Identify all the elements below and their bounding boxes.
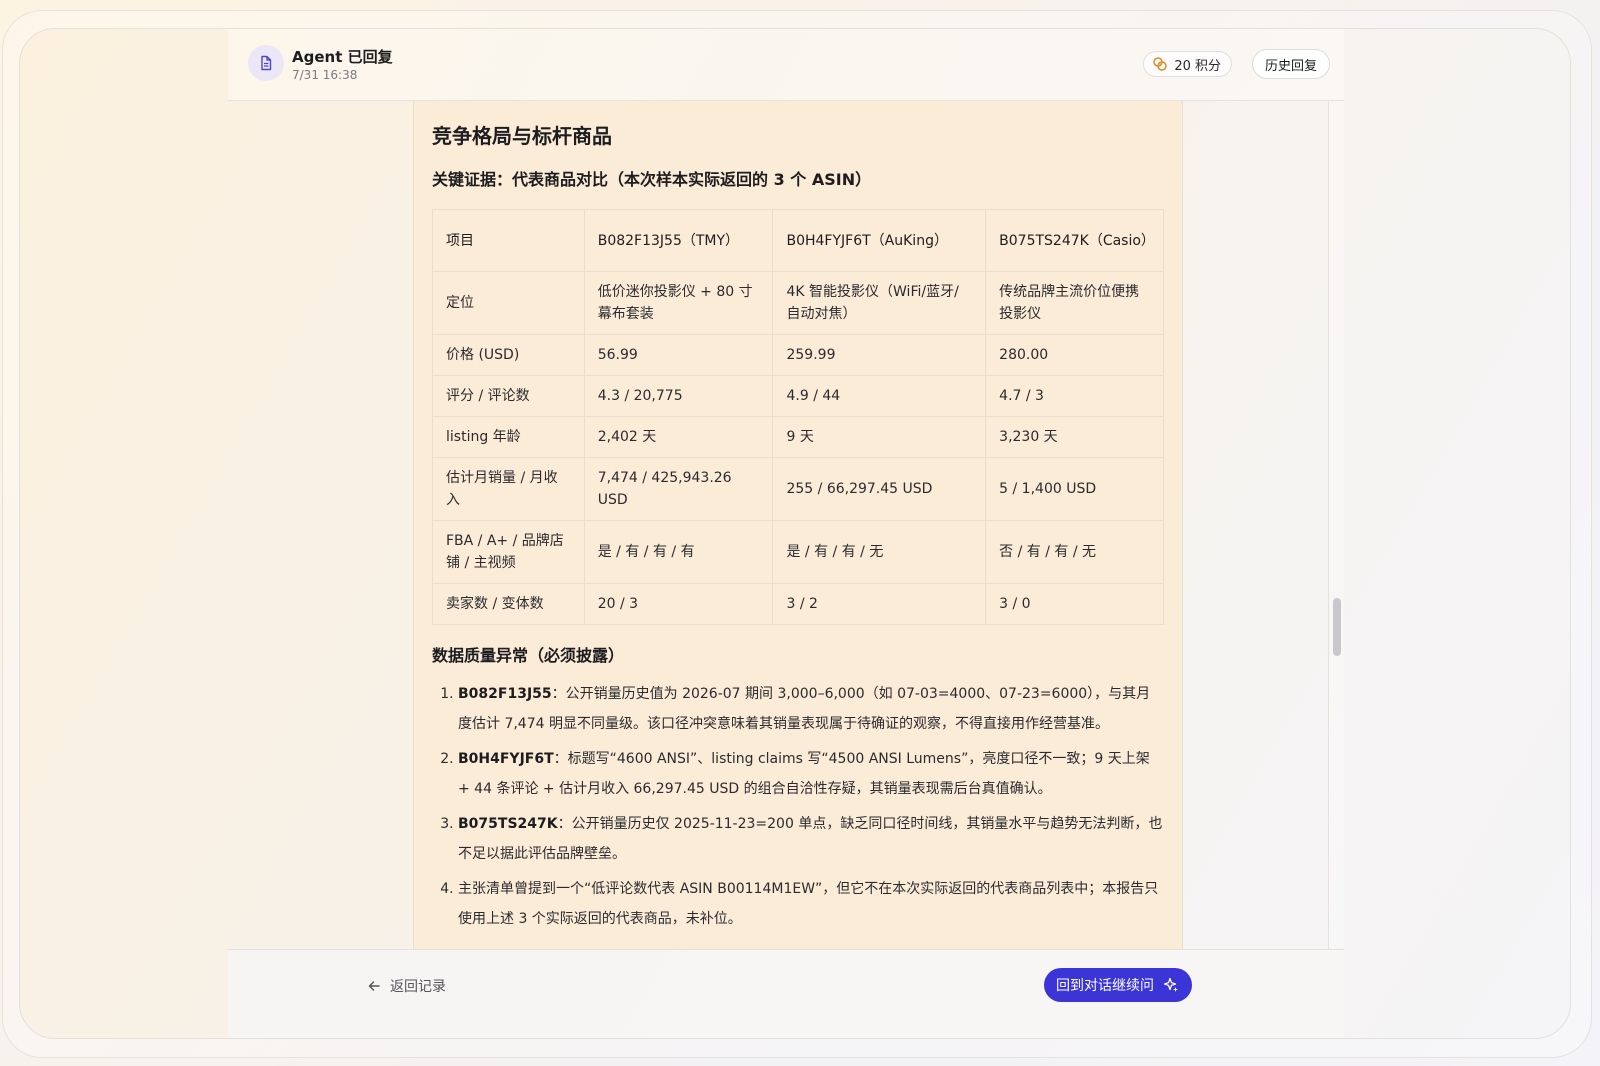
table-cell: 3 / 2 — [772, 583, 987, 625]
table-body: 定位 低价迷你投影仪 + 80 寸幕布套装 4K 智能投影仪（WiFi/蓝牙/自动对… — [432, 271, 1164, 625]
table-header-row: 项目 B082F13J55（TMY） B0H4FYJF6T（AuKing） B0… — [432, 209, 1164, 272]
coins-icon — [1153, 57, 1168, 71]
table-cell: 4.9 / 44 — [772, 375, 987, 417]
back-to-records-link[interactable]: 返回记录 — [366, 974, 446, 998]
back-label: 返回记录 — [390, 979, 446, 995]
agent-title: Agent 已回复 — [292, 48, 393, 66]
table-header-cell: B0H4FYJF6T（AuKing） — [772, 209, 987, 272]
table-header-cell: 项目 — [432, 209, 585, 272]
evidence-title: 关键证据：代表商品对比（本次样本实际返回的 3 个 ASIN） — [432, 170, 872, 189]
reply-panel: Agent 已回复 7/31 16:38 20 积分 历史回复 竞争格局与标杆商… — [19, 28, 1571, 1039]
table-cell: listing 年龄 — [432, 416, 585, 458]
agent-avatar — [248, 45, 284, 81]
table-cell: 7,474 / 425,943.26 USD — [583, 457, 774, 521]
reply-footer: 返回记录 回到对话继续问 — [228, 949, 1344, 1038]
table-cell: 4.7 / 3 — [985, 375, 1164, 417]
history-replies-button[interactable]: 历史回复 — [1251, 49, 1330, 79]
table-cell: 20 / 3 — [583, 583, 774, 625]
table-row: 卖家数 / 变体数 20 / 33 / 23 / 0 — [432, 583, 1164, 625]
table-header-cell: B075TS247K（Casio） — [985, 209, 1164, 272]
list-item: B075TS247K：公开销量历史仅 2025-11-23=200 单点，缺乏同… — [458, 809, 1164, 869]
list-item-text: ：公开销量历史值为 2026-07 期间 3,000–6,000（如 07-03… — [458, 686, 1151, 732]
table-cell: 估计月销量 / 月收入 — [432, 457, 585, 521]
table-cell: 评分 / 评论数 — [432, 375, 585, 417]
table-cell: 价格 (USD) — [432, 334, 585, 376]
table-cell: 280.00 — [985, 334, 1164, 376]
table-cell: 3 / 0 — [985, 583, 1164, 625]
table-row: FBA / A+ / 品牌店铺 / 主视频是 / 有 / 有 / 有是 / 有 … — [432, 520, 1164, 584]
document-icon — [261, 55, 272, 71]
continue-label: 回到对话继续问 — [1056, 978, 1154, 994]
list-item: B082F13J55：公开销量历史值为 2026-07 期间 3,000–6,0… — [458, 679, 1164, 739]
points-badge: 20 积分 — [1143, 51, 1232, 77]
list-item-text: ：标题写“4600 ANSI”、listing claims 写“4500 AN… — [458, 751, 1150, 797]
comparison-table: 项目 B082F13J55（TMY） B0H4FYJF6T（AuKing） B0… — [432, 209, 1164, 625]
table-row: 定位 低价迷你投影仪 + 80 寸幕布套装 4K 智能投影仪（WiFi/蓝牙/自动对… — [432, 271, 1164, 335]
table-cell: FBA / A+ / 品牌店铺 / 主视频 — [432, 520, 585, 584]
table-header-cell: B082F13J55（TMY） — [583, 209, 774, 272]
continue-conversation-button[interactable]: 回到对话继续问 — [1044, 968, 1192, 1002]
asin-key: B082F13J55 — [458, 686, 552, 702]
scrollbar[interactable] — [1328, 101, 1344, 949]
reply-header: Agent 已回复 7/31 16:38 20 积分 历史回复 — [228, 29, 1344, 101]
asin-key: B0H4FYJF6T — [458, 751, 554, 767]
table-row: listing 年龄 2,402 天9 天 3,230 天 — [432, 416, 1164, 458]
scrollbar-thumb[interactable] — [1333, 598, 1341, 656]
table-cell: 4.3 / 20,775 — [583, 375, 774, 417]
data-quality-title: 数据质量异常（必须披露） — [432, 646, 625, 665]
table-cell: 是 / 有 / 有 / 无 — [772, 520, 987, 584]
table-cell: 是 / 有 / 有 / 有 — [583, 520, 774, 584]
table-cell: 5 / 1,400 USD — [985, 457, 1164, 521]
table-cell: 卖家数 / 变体数 — [432, 583, 585, 625]
table-cell: 9 天 — [772, 416, 987, 458]
table-cell: 255 / 66,297.45 USD — [772, 457, 987, 521]
sparkle-icon — [1163, 977, 1178, 992]
data-quality-list: B082F13J55：公开销量历史值为 2026-07 期间 3,000–6,0… — [432, 679, 1164, 934]
list-item: 主张清单曾提到一个“低评论数代表 ASIN B00114M1EW”，但它不在本次… — [458, 874, 1164, 934]
table-cell: 2,402 天 — [583, 416, 774, 458]
table-cell: 传统品牌主流价位便携投影仪 — [985, 271, 1164, 335]
table-row: 评分 / 评论数 4.3 / 20,775 4.9 / 44 4.7 / 3 — [432, 375, 1164, 417]
table-cell: 56.99 — [583, 334, 774, 376]
section-title: 竞争格局与标杆商品 — [432, 124, 612, 148]
table-cell: 否 / 有 / 有 / 无 — [985, 520, 1164, 584]
reply-timestamp: 7/31 16:38 — [292, 68, 358, 82]
report-document: 竞争格局与标杆商品 关键证据：代表商品对比（本次样本实际返回的 3 个 ASIN… — [413, 101, 1183, 949]
table-cell: 3,230 天 — [985, 416, 1164, 458]
list-item-text: ：公开销量历史仅 2025-11-23=200 单点，缺乏同口径时间线，其销量水… — [458, 816, 1163, 862]
table-cell: 4K 智能投影仪（WiFi/蓝牙/自动对焦） — [772, 271, 987, 335]
asin-key: B075TS247K — [458, 816, 558, 832]
list-item: B0H4FYJF6T：标题写“4600 ANSI”、listing claims… — [458, 744, 1164, 804]
list-item-text: 主张清单曾提到一个“低评论数代表 ASIN B00114M1EW”，但它不在本次… — [458, 881, 1159, 927]
table-row: 估计月销量 / 月收入 7,474 / 425,943.26 USD 255 / 6… — [432, 457, 1164, 521]
content-scroll-area[interactable]: 竞争格局与标杆商品 关键证据：代表商品对比（本次样本实际返回的 3 个 ASIN… — [228, 101, 1344, 949]
table-row: 价格 (USD) 56.99 259.99 280.00 — [432, 334, 1164, 376]
table-cell: 定位 — [432, 271, 585, 335]
table-cell: 259.99 — [772, 334, 987, 376]
arrow-left-icon — [368, 981, 380, 991]
points-label: 20 积分 — [1174, 58, 1221, 74]
table-cell: 低价迷你投影仪 + 80 寸幕布套装 — [583, 271, 774, 335]
